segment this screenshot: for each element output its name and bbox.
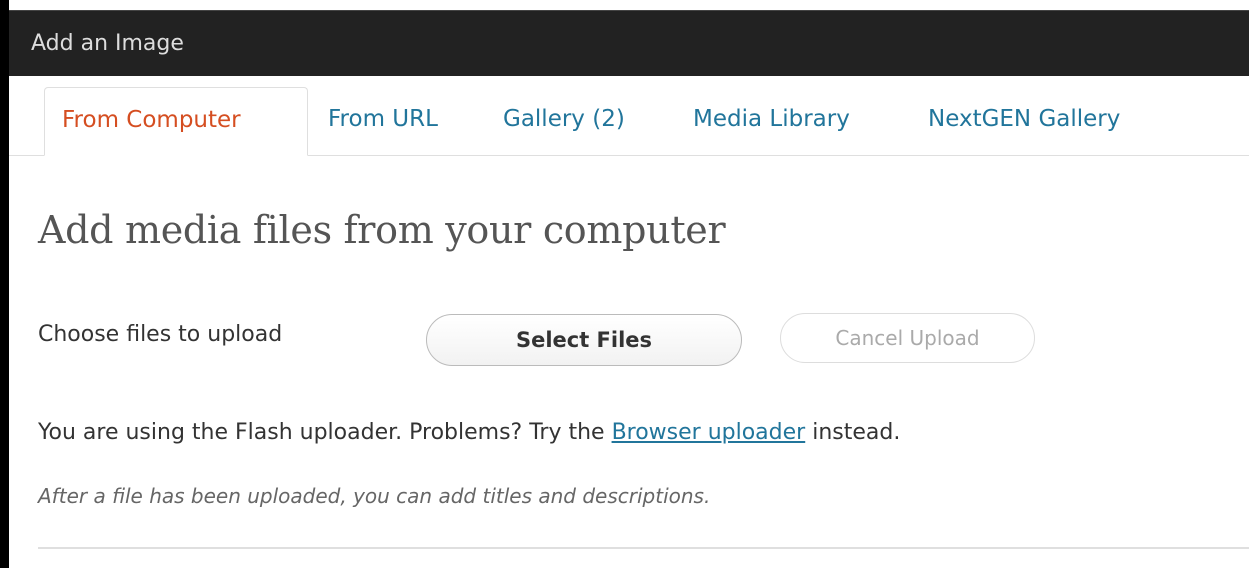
page-title: Add media files from your computer xyxy=(38,208,726,252)
tab-bar: From Computer From URL Gallery (2) Media… xyxy=(9,76,1249,156)
title-bar: Add an Image xyxy=(9,10,1249,76)
tab-gallery[interactable]: Gallery (2) xyxy=(503,106,625,132)
tab-from-url[interactable]: From URL xyxy=(328,106,438,132)
choose-files-label: Choose files to upload xyxy=(38,322,283,347)
window-title: Add an Image xyxy=(31,31,184,56)
tab-media-library[interactable]: Media Library xyxy=(693,106,850,132)
browser-uploader-link[interactable]: Browser uploader xyxy=(612,420,806,445)
cancel-upload-button: Cancel Upload xyxy=(780,313,1035,363)
divider xyxy=(38,547,1249,549)
window-left-border xyxy=(0,0,9,568)
select-files-button[interactable]: Select Files xyxy=(426,314,742,366)
upload-hint: After a file has been uploaded, you can … xyxy=(38,484,711,508)
flash-notice-suffix: instead. xyxy=(805,420,901,445)
flash-uploader-notice: You are using the Flash uploader. Proble… xyxy=(38,420,900,445)
media-upload-dialog: Add an Image From Computer From URL Gall… xyxy=(0,0,1249,568)
tab-nextgen-gallery[interactable]: NextGEN Gallery xyxy=(928,106,1120,132)
flash-notice-prefix: You are using the Flash uploader. Proble… xyxy=(38,420,612,445)
tab-from-computer[interactable]: From Computer xyxy=(44,87,308,156)
